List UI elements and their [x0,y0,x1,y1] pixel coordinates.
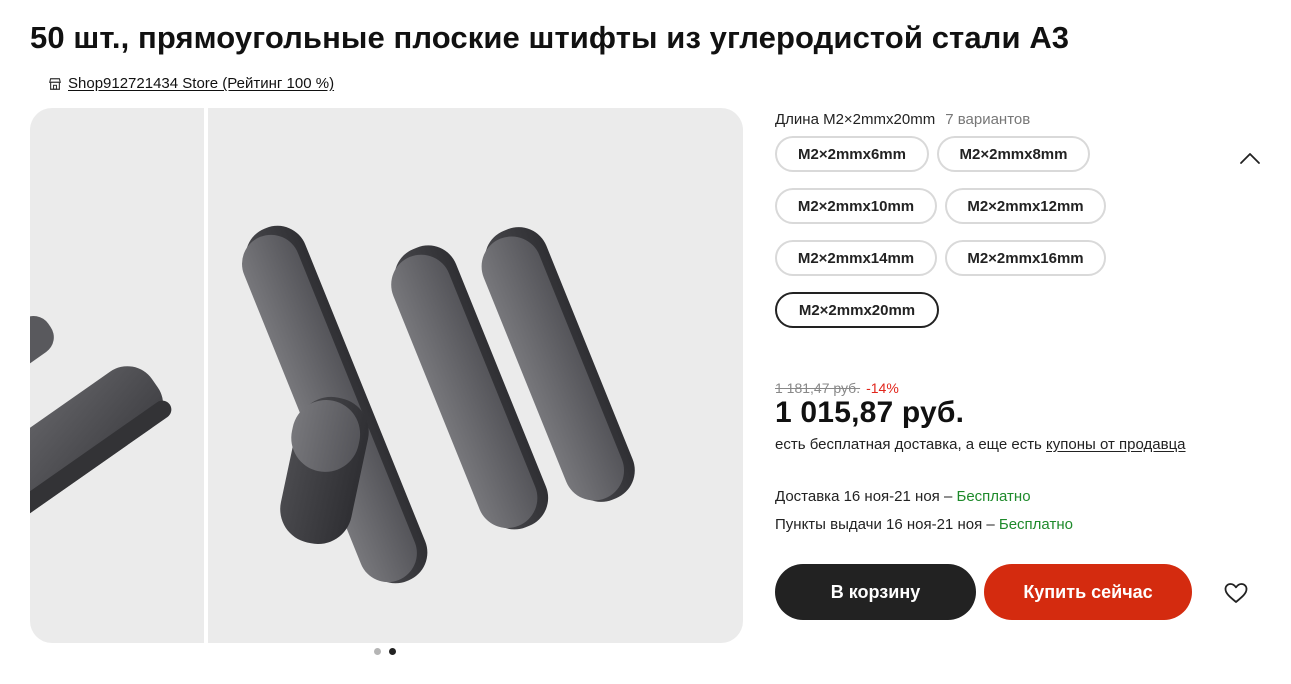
old-price: 1 181,47 руб. [775,380,861,396]
heart-icon[interactable] [1222,579,1250,607]
pickup-delivery-text: Пункты выдачи 16 ноя-21 ноя – [775,516,999,533]
shipping-note: есть бесплатная доставка, а еще есть куп… [775,436,1186,453]
chevron-up-icon[interactable] [1238,148,1262,168]
add-to-cart-button[interactable]: В корзину [775,564,976,620]
seller-coupons-link[interactable]: купоны от продавца [1046,436,1185,453]
variant-option[interactable]: M2×2mmx8mm [937,136,1090,172]
pagination-dot-2[interactable] [389,648,396,655]
old-price-row: 1 181,47 руб. -14% [775,380,899,396]
store-link[interactable]: Shop912721434 Store (Рейтинг 100 %) [68,75,334,92]
shipping-note-text: есть бесплатная доставка, а еще есть [775,436,1047,453]
discount-badge: -14% [866,380,899,396]
variant-label: Длина M2×2mmx20mm [775,111,936,128]
courier-delivery-cost: Бесплатно [956,488,1031,505]
pickup-delivery: Пункты выдачи 16 ноя-21 ноя – Бесплатно [775,516,1073,533]
variant-option[interactable]: M2×2mmx16mm [945,240,1106,276]
pickup-delivery-cost: Бесплатно [998,516,1073,533]
courier-delivery-text: Доставка 16 ноя-21 ноя – [775,488,957,505]
variant-option[interactable]: M2×2mmx6mm [775,136,929,172]
previous-slide-image[interactable] [30,108,204,643]
variant-header: Длина M2×2mmx20mm 7 вариантов [775,111,1030,128]
product-title: 50 шт., прямоугольные плоские штифты из … [30,20,1070,55]
buy-now-button[interactable]: Купить сейчас [984,564,1192,620]
store-line: Shop912721434 Store (Рейтинг 100 %) [48,75,334,92]
store-icon [49,77,61,90]
pagination-dot-1[interactable] [374,648,381,655]
variant-option[interactable]: M2×2mmx14mm [775,240,937,276]
gallery-pagination [374,648,396,655]
variant-option-selected[interactable]: M2×2mmx20mm [775,292,939,328]
variant-option[interactable]: M2×2mmx12mm [945,188,1106,224]
courier-delivery: Доставка 16 ноя-21 ноя – Бесплатно [775,488,1031,505]
current-price: 1 015,87 руб. [775,396,965,429]
product-gallery[interactable] [30,108,743,643]
product-image[interactable] [208,108,743,643]
variant-option[interactable]: M2×2mmx10mm [775,188,937,224]
variant-count: 7 вариантов [945,111,1031,128]
